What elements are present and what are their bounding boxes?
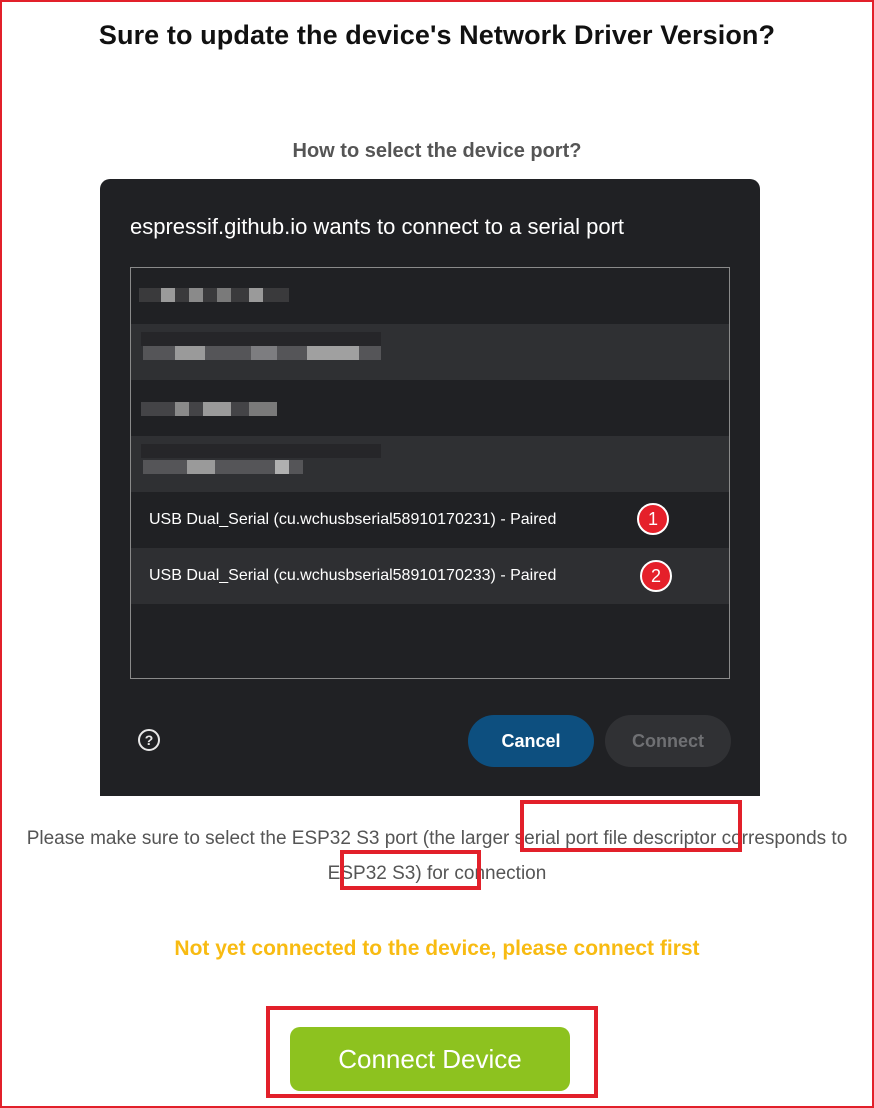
connect-button[interactable]: Connect: [605, 715, 731, 767]
dialog-title: espressif.github.io wants to connect to …: [130, 214, 625, 239]
help-icon[interactable]: ?: [138, 729, 160, 751]
port-item[interactable]: USB Dual_Serial (cu.wchusbserial58910170…: [131, 548, 729, 604]
highlight-box: [340, 850, 481, 890]
redacted-port-row[interactable]: [131, 268, 729, 324]
serial-port-dialog: espressif.github.io wants to connect to …: [100, 179, 760, 796]
cancel-button[interactable]: Cancel: [468, 715, 594, 767]
redacted-port-row[interactable]: [131, 436, 729, 492]
redacted-port-row[interactable]: [131, 380, 729, 436]
port-label: USB Dual_Serial (cu.wchusbserial58910170…: [149, 511, 557, 528]
page-title: Sure to update the device's Network Driv…: [98, 20, 776, 50]
port-item[interactable]: USB Dual_Serial (cu.wchusbserial58910170…: [131, 492, 729, 548]
number-badge: 1: [637, 503, 669, 535]
connection-status-message: Not yet connected to the device, please …: [174, 937, 700, 960]
connect-device-button[interactable]: Connect Device: [290, 1027, 570, 1091]
port-label: USB Dual_Serial (cu.wchusbserial58910170…: [149, 567, 557, 584]
port-list[interactable]: USB Dual_Serial (cu.wchusbserial58910170…: [130, 267, 730, 679]
section-subtitle: How to select the device port?: [292, 140, 582, 162]
number-badge: 2: [640, 560, 672, 592]
highlight-box: [520, 800, 742, 852]
redacted-port-row[interactable]: [131, 324, 729, 380]
